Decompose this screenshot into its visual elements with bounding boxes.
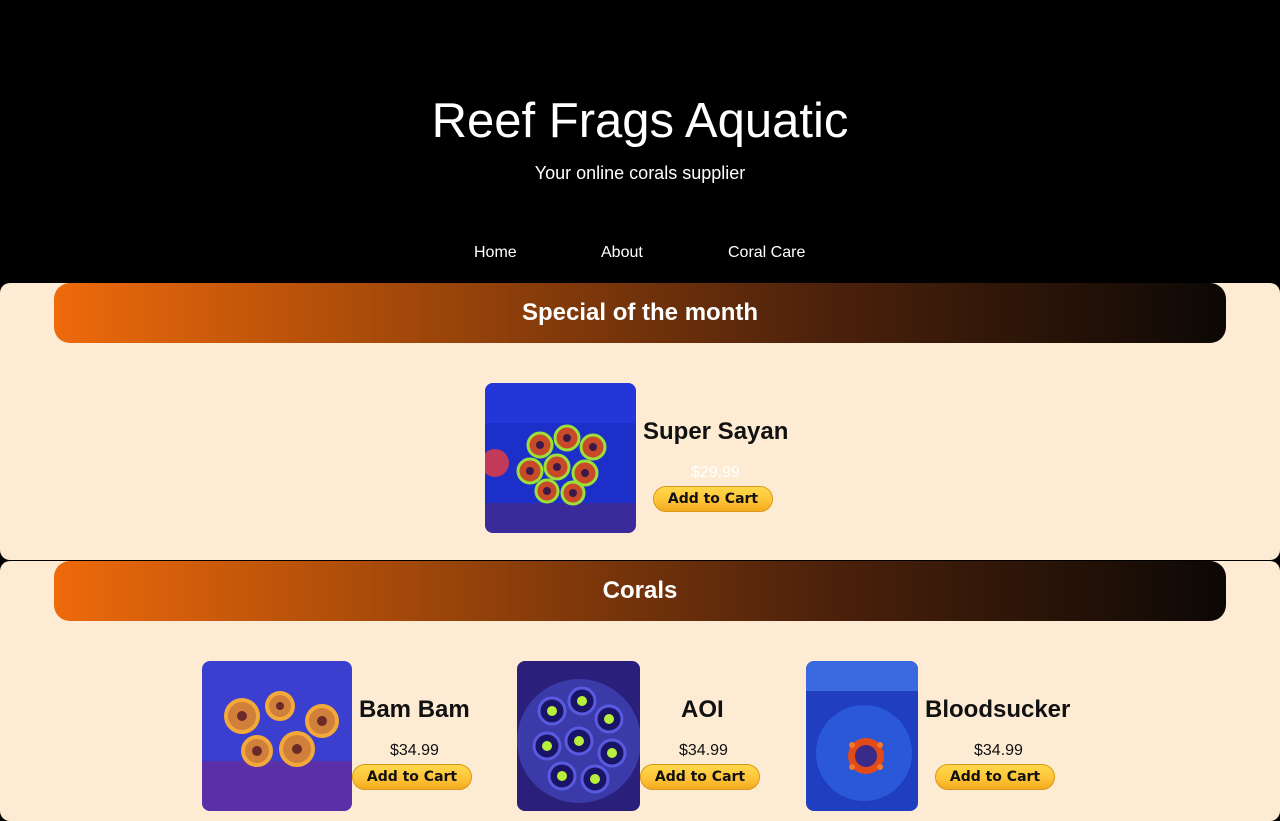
product-name: Super Sayan <box>643 418 789 445</box>
product-name: Bloodsucker <box>925 696 1071 723</box>
nav-link-coral-care[interactable]: Coral Care <box>728 243 805 263</box>
product-image-bam-bam[interactable] <box>202 661 352 811</box>
main-nav: Home About Coral Care <box>0 243 1280 265</box>
site-tagline: Your online corals supplier <box>534 163 746 183</box>
add-to-cart-button[interactable]: Add to Cart <box>935 764 1055 790</box>
product-price: $29.99 <box>691 464 740 481</box>
nav-link-home[interactable]: Home <box>474 243 517 263</box>
add-to-cart-button[interactable]: Add to Cart <box>352 764 472 790</box>
site-title: Reef Frags Aquatic <box>431 94 849 148</box>
product-price: $34.99 <box>974 742 1023 759</box>
product-image-bloodsucker[interactable] <box>806 661 918 811</box>
nav-link-about[interactable]: About <box>601 243 643 263</box>
site-header: Reef Frags Aquatic Your online corals su… <box>0 0 1280 283</box>
special-section: Special of the month Super Sayan $29.99 … <box>0 283 1280 560</box>
product-image-super-sayan[interactable] <box>485 383 636 533</box>
corals-section: Corals Bam Bam $34.99 Add to Cart AOI $3… <box>0 561 1280 821</box>
product-name: Bam Bam <box>359 696 470 723</box>
add-to-cart-button[interactable]: Add to Cart <box>640 764 760 790</box>
product-image-aoi[interactable] <box>517 661 640 811</box>
product-price: $34.99 <box>679 742 728 759</box>
product-price: $34.99 <box>390 742 439 759</box>
product-name: AOI <box>681 696 724 723</box>
special-heading: Special of the month <box>54 283 1226 343</box>
corals-heading: Corals <box>54 561 1226 621</box>
add-to-cart-button[interactable]: Add to Cart <box>653 486 773 512</box>
